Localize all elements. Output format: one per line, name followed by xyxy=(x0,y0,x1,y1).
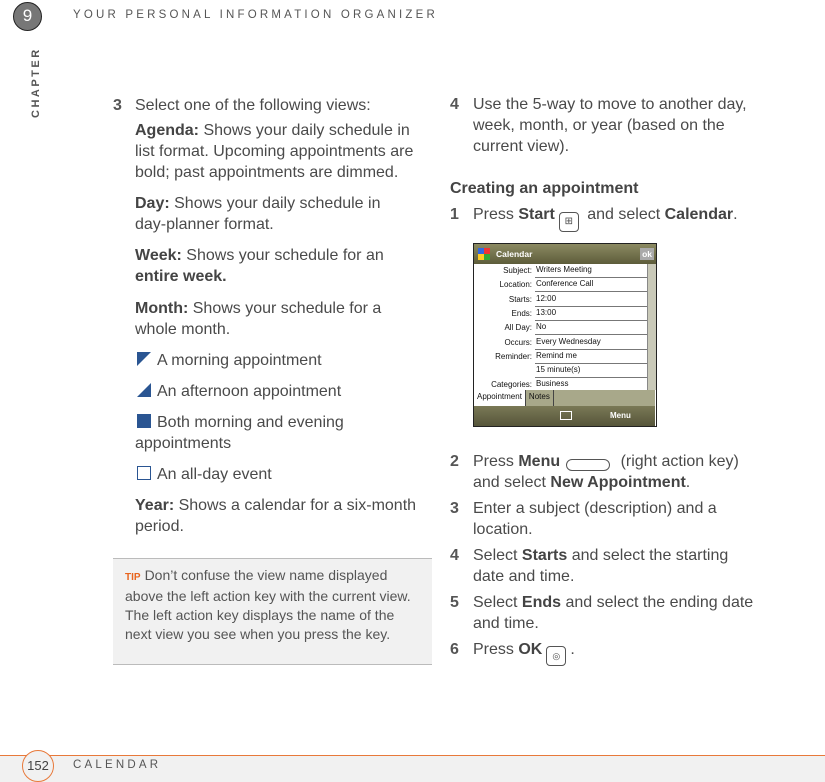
device-field-label: Occurs: xyxy=(504,337,532,347)
device-ok-button: ok xyxy=(640,248,654,260)
keyboard-icon xyxy=(560,411,572,420)
legend-morning: A morning appointment xyxy=(137,350,322,371)
tab-appointment: Appointment xyxy=(474,390,526,406)
tip-box: TIP Don’t confuse the view name displayed… xyxy=(113,558,432,665)
step-4-text: Use the 5-way to move to another day, wee… xyxy=(473,96,747,155)
device-field-label: Categories: xyxy=(491,380,532,390)
device-field-label: Starts: xyxy=(508,294,532,304)
section-heading: Creating an appointment xyxy=(450,180,639,197)
step-2-text: Press Menu (right action key) and select … xyxy=(473,453,739,491)
device-field-value[interactable]: Remind me xyxy=(535,351,648,364)
step-5-text: Select Ends and select the ending date an… xyxy=(473,594,754,632)
step-number: 6 xyxy=(450,641,459,658)
windows-start-icon xyxy=(478,248,490,260)
device-field-value[interactable]: Writers Meeting xyxy=(535,265,648,278)
week-desc: Week: Shows your schedule for an entire w… xyxy=(135,247,384,285)
device-menu-bar: Menu xyxy=(474,406,655,426)
day-desc: Day: Shows your daily schedule in day-pla… xyxy=(135,195,381,233)
step-6-text: Press OK ◎. xyxy=(473,639,575,666)
legend-afternoon: An afternoon appointment xyxy=(137,381,341,402)
device-field-label: Subject: xyxy=(503,266,532,275)
menu-key-icon xyxy=(566,459,611,471)
device-field-value[interactable]: Every Wednesday xyxy=(535,337,648,350)
device-field-value[interactable]: 13:00 xyxy=(535,308,648,321)
device-field-row[interactable]: Location: Conference Call xyxy=(474,278,649,293)
device-field-value[interactable]: 12:00 xyxy=(535,294,648,307)
step-3: 3 xyxy=(113,95,122,116)
empty-square-icon xyxy=(137,466,151,480)
chapter-label: CHAPTER xyxy=(30,47,42,118)
step-number: 4 xyxy=(450,547,459,564)
device-field-row[interactable]: Occurs: Every Wednesday xyxy=(474,336,649,350)
device-field-value[interactable]: No xyxy=(535,322,648,336)
device-field-value[interactable]: 15 minute(s) xyxy=(535,365,648,379)
step-number: 5 xyxy=(450,594,459,611)
device-tabs: Appointment Notes xyxy=(474,390,655,406)
device-menu: Menu xyxy=(610,411,631,420)
step-number: 3 xyxy=(113,97,122,114)
device-field-label: Ends: xyxy=(511,308,532,318)
device-field-row[interactable]: Reminder: Remind me xyxy=(474,350,649,364)
step-4-right-text: Select Starts and select the starting dat… xyxy=(473,547,729,585)
device-field-value[interactable]: Conference Call xyxy=(535,279,648,293)
tip-label: TIP xyxy=(125,572,141,583)
device-field-row[interactable]: 15 minute(s) xyxy=(474,364,649,379)
tip-text: Don’t confuse the view name displayed ab… xyxy=(125,567,411,642)
device-scrollbar xyxy=(647,264,656,390)
page-number: 152 xyxy=(22,750,54,782)
legend-both: Both morning and evening xyxy=(137,412,344,433)
legend-allday: An all-day event xyxy=(137,464,272,485)
chapter-number-badge: 9 xyxy=(13,2,42,31)
step-3-text: Select one of the following views: xyxy=(135,97,371,114)
device-title-bar: Calendar ok xyxy=(474,244,656,264)
year-desc: Year: Shows a calendar for a six-month pe… xyxy=(135,497,417,535)
ok-key-icon: ◎ xyxy=(546,646,567,666)
device-field-label: Reminder: xyxy=(495,351,532,361)
device-field-row[interactable]: Ends: 13:00 xyxy=(474,307,649,321)
morning-triangle-icon xyxy=(137,352,151,366)
device-field-row[interactable]: Starts: 12:00 xyxy=(474,293,649,307)
step-number: 2 xyxy=(450,453,459,470)
calendar-device-screenshot: Calendar ok Subject: Writers Meeting Locati… xyxy=(473,243,657,427)
step-number: 4 xyxy=(450,96,459,113)
device-title: Calendar xyxy=(496,249,533,259)
legend-both-cont: appointments xyxy=(135,435,232,452)
afternoon-triangle-icon xyxy=(137,383,151,397)
step-number: 1 xyxy=(450,206,459,223)
step-1-text: Press Start ⊞ and select Calendar. xyxy=(473,204,738,232)
step-number: 3 xyxy=(450,500,459,517)
device-field-label: Location: xyxy=(499,280,532,290)
tab-notes: Notes xyxy=(526,390,554,406)
device-field-row[interactable]: Subject: Writers Meeting xyxy=(474,264,649,278)
device-field-row[interactable]: All Day: No xyxy=(474,321,649,336)
start-key-icon: ⊞ xyxy=(558,212,579,232)
full-square-icon xyxy=(137,414,151,428)
agenda-desc: Agenda: Shows your daily schedule in list… xyxy=(135,122,414,181)
step-3-right-text: Enter a subject (description) and a locat… xyxy=(473,500,717,538)
chapter-title: YOUR PERSONAL INFORMATION ORGANIZER xyxy=(73,9,439,21)
footer-section: CALENDAR xyxy=(73,759,162,771)
month-desc: Month: Shows your schedule for a whole mo… xyxy=(135,300,382,338)
device-field-label: All Day: xyxy=(504,323,532,333)
